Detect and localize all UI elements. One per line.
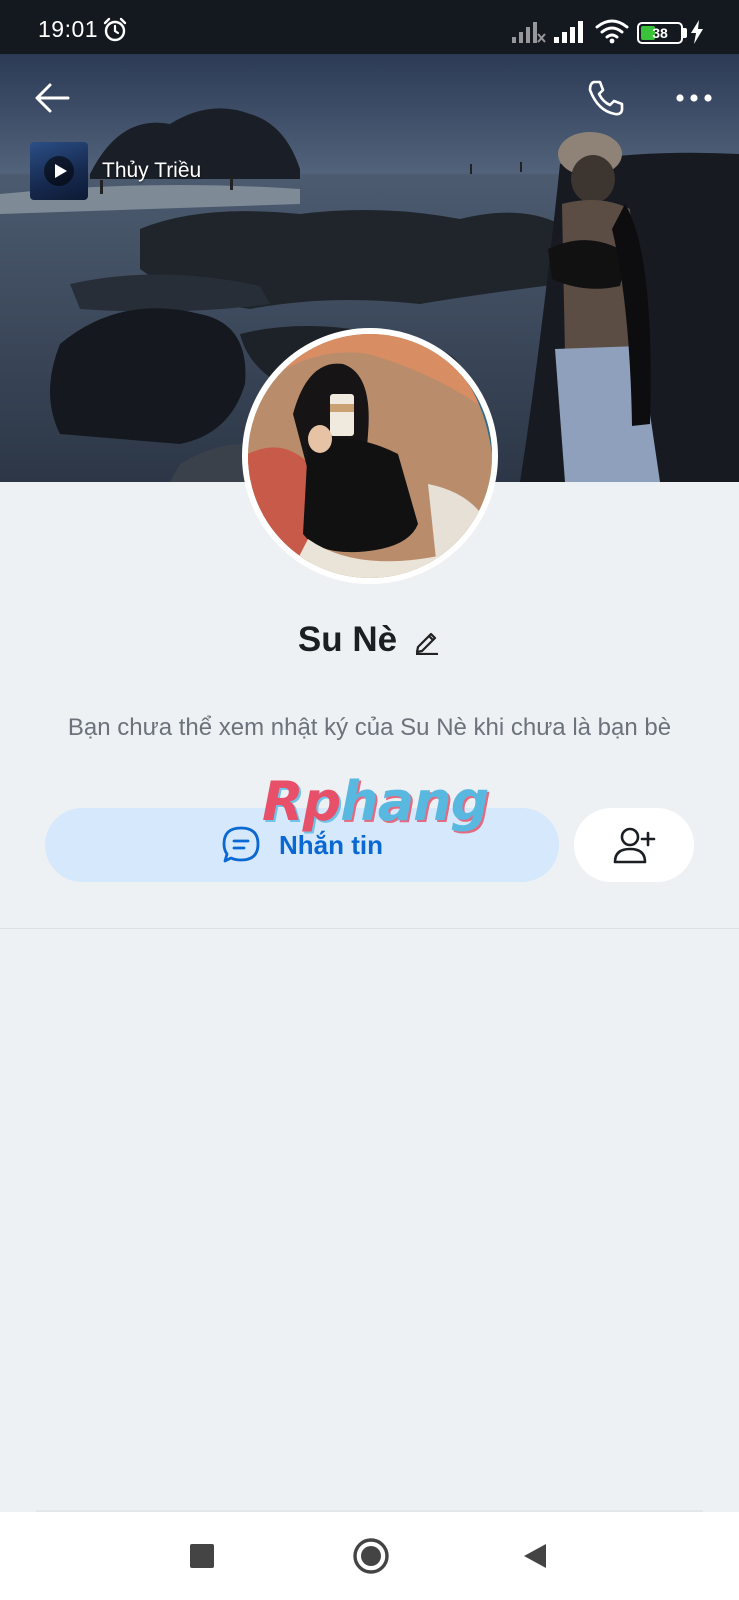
avatar-image bbox=[248, 334, 492, 578]
watermark-part-b: hang bbox=[340, 770, 489, 833]
home-icon[interactable] bbox=[352, 1537, 390, 1575]
battery-tip bbox=[683, 28, 687, 38]
add-friend-button[interactable] bbox=[574, 808, 694, 882]
alarm-icon bbox=[103, 17, 127, 42]
back-triangle-icon[interactable] bbox=[522, 1542, 548, 1570]
battery-icon: 38 bbox=[637, 22, 683, 44]
battery-level-text: 38 bbox=[652, 25, 668, 41]
avatar[interactable] bbox=[242, 328, 498, 584]
charging-bolt-icon bbox=[691, 20, 703, 44]
music-thumbnail[interactable] bbox=[30, 142, 88, 200]
diary-notice: Bạn chưa thể xem nhật ký của Su Nè khi c… bbox=[67, 714, 672, 741]
cellular-signal-icon bbox=[554, 21, 583, 43]
message-button-label: Nhắn tin bbox=[279, 829, 383, 860]
status-bar: 19:01 38 bbox=[0, 0, 739, 54]
more-horizontal-icon[interactable] bbox=[674, 84, 714, 112]
watermark-logo: Rphang bbox=[262, 770, 489, 833]
section-divider bbox=[0, 928, 739, 929]
profile-name-row: Su Nè bbox=[0, 620, 739, 660]
watermark-part-a: Rp bbox=[262, 770, 341, 833]
arrow-left-icon[interactable] bbox=[30, 76, 74, 120]
add-friend-icon bbox=[613, 827, 656, 864]
profile-music[interactable]: Thủy Triều bbox=[30, 142, 201, 200]
chat-bubble-icon bbox=[222, 826, 260, 863]
pencil-icon[interactable] bbox=[413, 627, 441, 655]
music-title[interactable]: Thủy Triều bbox=[102, 159, 201, 183]
profile-name: Su Nè bbox=[297, 620, 398, 659]
wifi-icon bbox=[595, 19, 629, 44]
phone-icon[interactable] bbox=[584, 76, 628, 120]
play-icon[interactable] bbox=[43, 155, 75, 187]
status-time: 19:01 bbox=[38, 16, 99, 42]
cellular-signal-icon bbox=[512, 22, 546, 43]
recent-apps-icon[interactable] bbox=[190, 1544, 214, 1568]
